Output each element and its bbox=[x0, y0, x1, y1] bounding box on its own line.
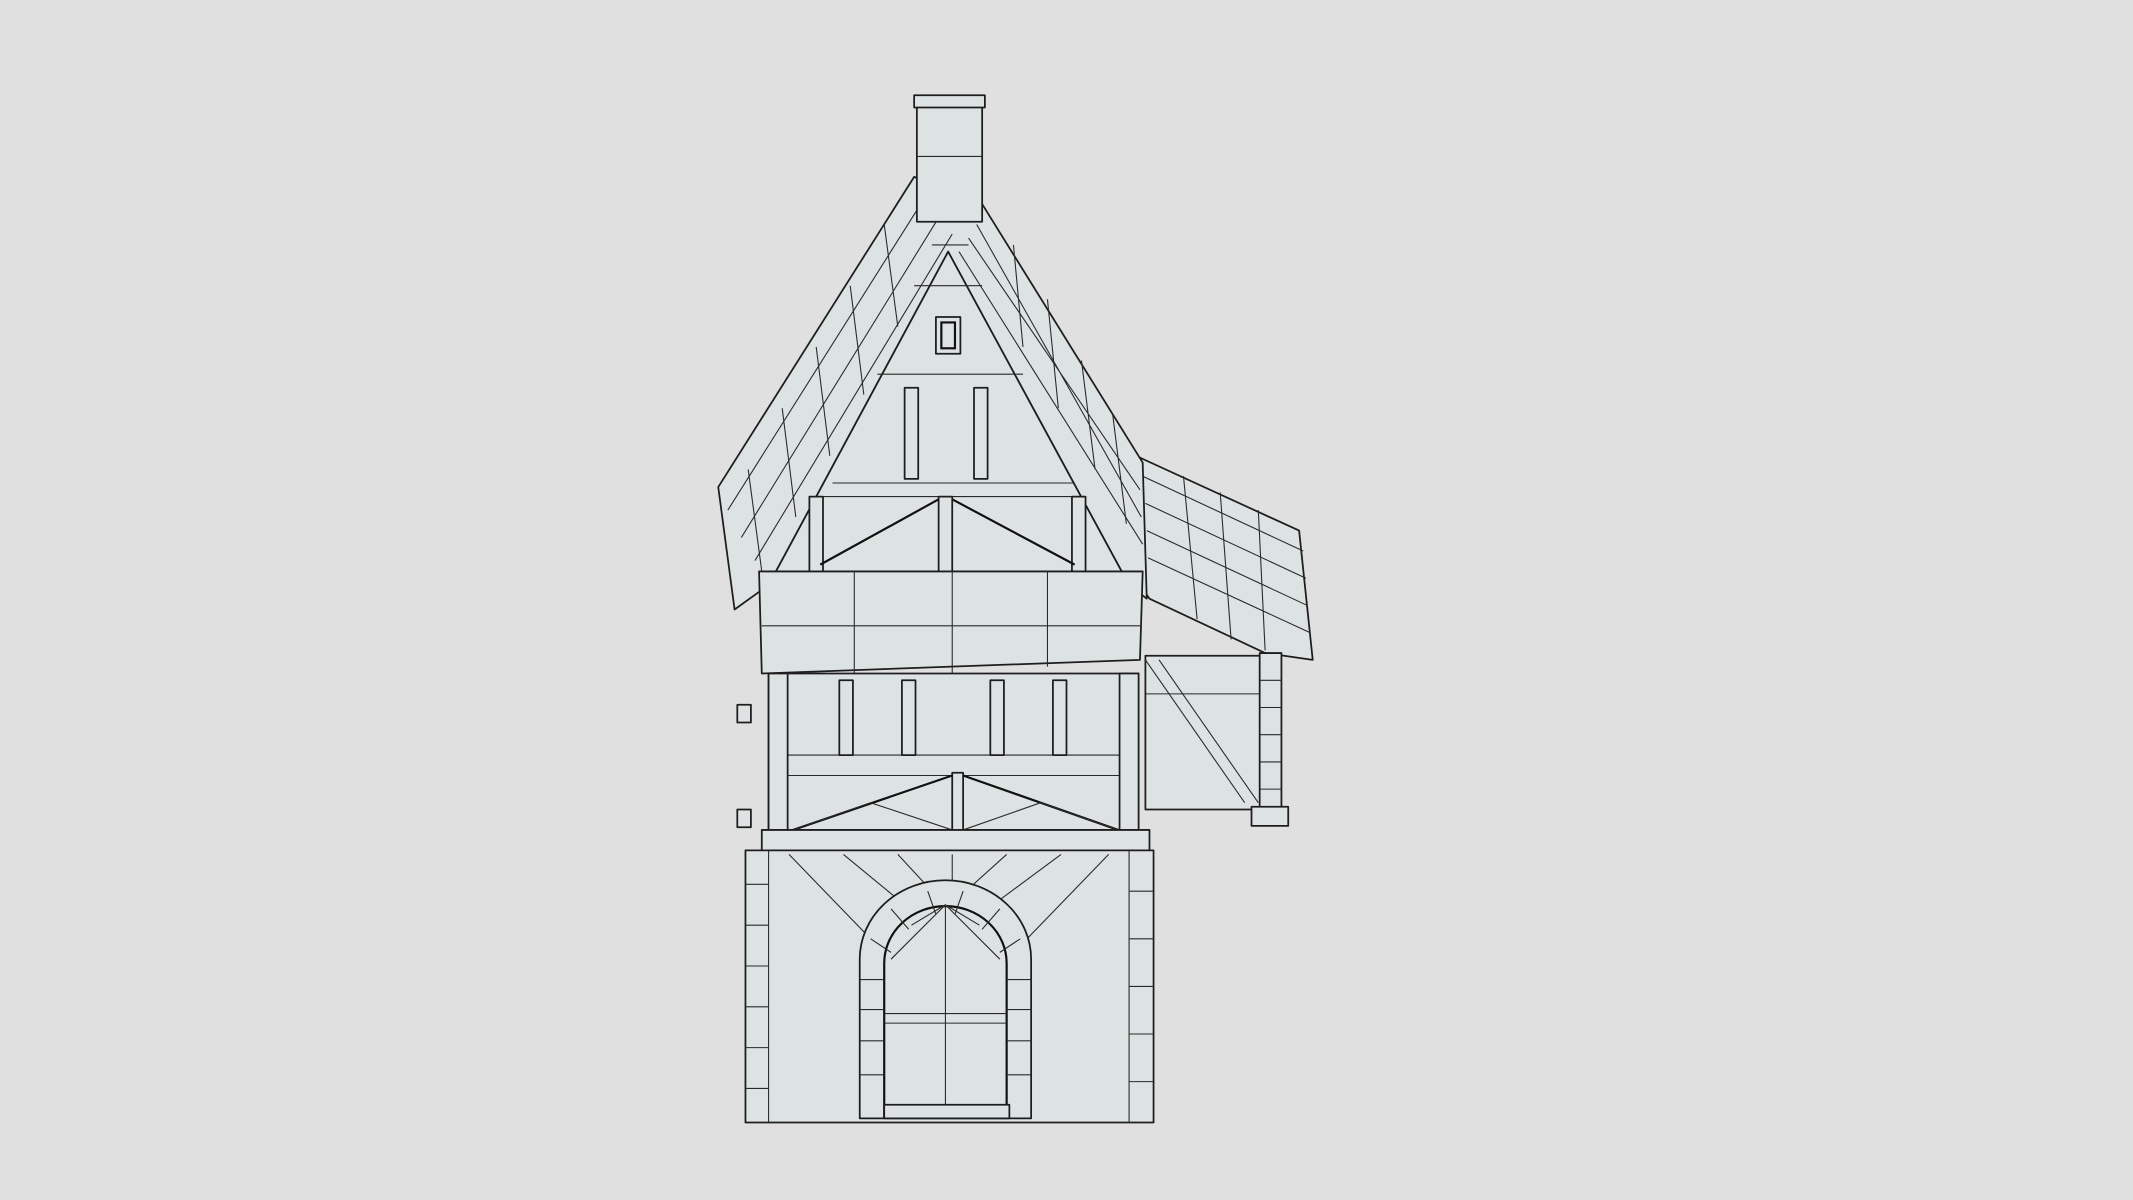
window-mullion bbox=[838, 679, 854, 756]
middle-floor bbox=[736, 672, 1151, 853]
window-mullion bbox=[901, 679, 917, 756]
arched-door[interactable] bbox=[858, 879, 1033, 1120]
chimney bbox=[913, 94, 986, 223]
annex-body bbox=[1144, 652, 1290, 827]
window-mullion bbox=[1052, 679, 1068, 756]
upper-floor-overhang bbox=[758, 570, 1144, 675]
3d-viewport[interactable] bbox=[0, 0, 2133, 1200]
window-mullion bbox=[989, 679, 1005, 756]
